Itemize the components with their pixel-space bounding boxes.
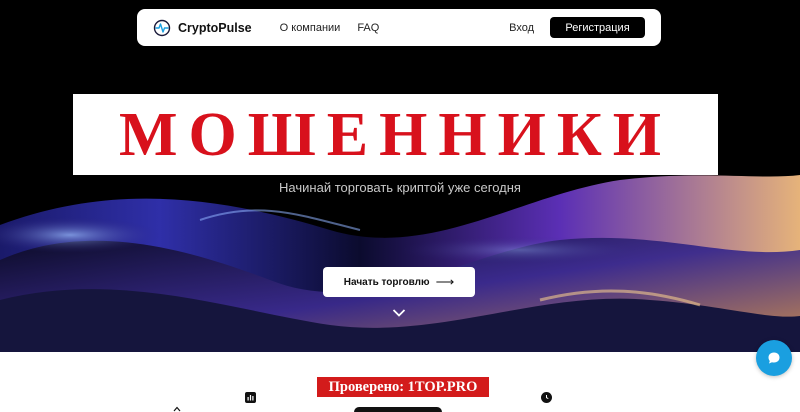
bar-chart-icon <box>245 392 256 403</box>
register-button[interactable]: Регистрация <box>550 17 645 38</box>
nav-link-about[interactable]: О компании <box>280 22 341 34</box>
start-trading-label: Начать торговлю <box>343 276 430 288</box>
start-trading-button[interactable]: Начать торговлю ⟶ <box>323 267 475 297</box>
chat-button[interactable] <box>756 340 792 376</box>
nav-link-faq[interactable]: FAQ <box>357 22 379 34</box>
scam-warning-text: МОШЕННИКИ <box>118 100 673 169</box>
section-pill-button[interactable] <box>354 407 442 412</box>
verified-stamp-text: Проверено: 1TOP.PRO <box>328 378 478 395</box>
abstract-wave-background <box>0 175 800 352</box>
chat-icon <box>768 352 780 364</box>
logo-mark-icon <box>153 19 171 36</box>
brand-name: CryptoPulse <box>178 20 252 35</box>
brand-logo[interactable]: CryptoPulse <box>153 19 252 37</box>
chevron-down-icon[interactable] <box>392 308 406 318</box>
login-link[interactable]: Вход <box>509 22 534 34</box>
hero-subtitle: Начинай торговать криптой уже сегодня <box>279 180 521 195</box>
hero-section <box>0 0 800 352</box>
caret-up-icon <box>173 406 181 412</box>
top-navigation: CryptoPulse О компании FAQ Вход Регистра… <box>137 9 661 46</box>
clock-icon <box>541 392 552 403</box>
scam-warning-banner: МОШЕННИКИ <box>73 94 718 175</box>
verified-stamp: Проверено: 1TOP.PRO <box>317 377 489 397</box>
arrow-right-icon: ⟶ <box>435 274 455 289</box>
